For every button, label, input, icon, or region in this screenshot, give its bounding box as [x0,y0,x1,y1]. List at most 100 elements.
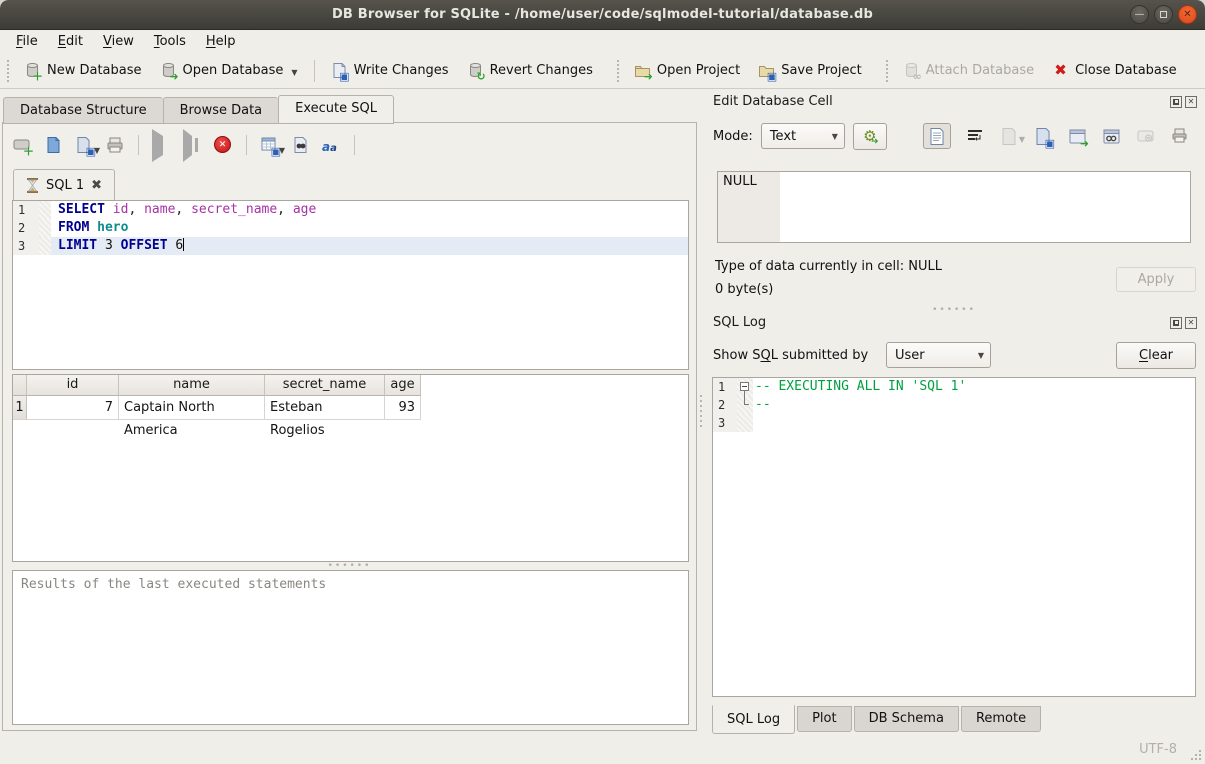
print-cell-icon[interactable] [1169,126,1189,146]
print-sql-button[interactable] [106,136,125,154]
cell-secret-name[interactable]: Esteban Rogelios [265,396,385,420]
column-header-secret-name[interactable]: secret_name [265,375,385,396]
close-database-button[interactable]: ✖ Close Database [1043,57,1186,84]
execute-current-line-button[interactable] [183,136,202,154]
dock-tab-remote[interactable]: Remote [961,706,1041,732]
menu-file[interactable]: File [6,32,48,51]
save-sql-file-button[interactable]: ▣ ▼ [75,136,94,154]
open-project-button[interactable]: ➜ Open Project [625,57,749,84]
toolbar-drag-handle[interactable] [616,60,621,82]
horizontal-splitter-handle[interactable]: •••••• [328,563,372,569]
results-message-area[interactable]: Results of the last executed statements [12,570,689,725]
column-header-id[interactable]: id [27,375,119,396]
fold-margin[interactable] [39,201,51,219]
chevron-down-icon: ▼ [972,351,990,360]
mode-label: Mode: [713,129,753,144]
save-results-button[interactable]: ▣ ▼ [260,136,279,154]
cell-name[interactable]: Captain North America [119,396,265,420]
execute-sql-button[interactable] [152,136,171,154]
column-header-name[interactable]: name [119,375,265,396]
set-null-icon[interactable] [1135,126,1155,146]
new-database-button[interactable]: ＋ New Database [15,57,151,84]
maximize-button[interactable] [1154,5,1173,24]
column-header-age[interactable]: age [385,375,421,396]
export-to-file-icon[interactable]: ▣ [1033,126,1053,146]
log-text[interactable]: -- EXECUTING ALL IN 'SQL 1' [753,378,1195,396]
log-text[interactable] [753,414,1195,432]
save-sql-dropdown-icon[interactable]: ▼ [94,146,100,157]
dock-splitter-handle[interactable]: •••••• [932,307,976,313]
close-tab-icon[interactable]: ✖ [91,178,102,193]
sql1-tab[interactable]: SQL 1 ✖ [13,169,115,200]
results-grid[interactable]: id name secret_name age 1 7 Captain Nort… [12,374,689,562]
floppy-badge-icon: ▣ [339,71,349,82]
auto-apply-button[interactable]: ⚙➜ [853,123,887,150]
vertical-splitter-handle[interactable] [699,395,703,429]
revert-changes-button[interactable]: ↻ Revert Changes [458,57,602,84]
dock-tab-plot[interactable]: Plot [797,706,852,732]
menu-edit[interactable]: Edit [48,32,93,51]
find-in-sql-button[interactable] [291,136,310,154]
copy-link-icon[interactable] [1101,126,1121,146]
attach-database-button[interactable]: ∞ Attach Database [894,57,1043,84]
titlebar[interactable]: DB Browser for SQLite - /home/user/code/… [0,0,1205,30]
float-panel-icon[interactable] [1170,96,1182,108]
code-line[interactable]: SELECT id, name, secret_name, age [51,201,688,219]
sql-editor[interactable]: 1 SELECT id, name, secret_name, age 2 FR… [12,200,689,370]
text-mode-toggle[interactable] [923,123,951,149]
save-project-icon: ▣ [758,62,775,79]
dock-tab-db-schema[interactable]: DB Schema [854,706,959,732]
menu-tools[interactable]: Tools [144,32,196,51]
menubar: File Edit View Tools Help [0,30,1205,53]
word-wrap-icon[interactable] [965,126,985,146]
stop-sql-button[interactable]: ✕ [214,136,233,154]
import-from-file-icon[interactable]: ▼ [999,126,1019,146]
tab-database-structure[interactable]: Database Structure [3,97,163,124]
corner-header[interactable] [13,375,27,396]
resize-grip[interactable] [1191,750,1201,760]
cell-id[interactable]: 7 [27,396,119,420]
minimize-button[interactable]: — [1130,5,1149,24]
log-filter-combobox[interactable]: User ▼ [886,342,991,368]
mode-combobox[interactable]: Text ▼ [761,123,845,149]
clear-log-button[interactable]: Clear [1116,342,1196,369]
tab-browse-data[interactable]: Browse Data [163,97,279,124]
menu-help[interactable]: Help [196,32,246,51]
open-database-dropdown-icon[interactable]: ▼ [291,68,297,79]
log-text[interactable]: -- [753,396,1195,414]
menu-view[interactable]: View [93,32,144,51]
toolbar-drag-handle[interactable] [885,60,890,82]
cell-age[interactable]: 93 [385,396,421,420]
row-number[interactable]: 1 [13,396,27,420]
open-database-button[interactable]: ➜ Open Database ▼ [151,57,307,84]
toolbar-drag-handle[interactable] [6,60,11,82]
sql-log-editor[interactable]: 1 -- EXECUTING ALL IN 'SQL 1' 2 -- 3 [712,377,1196,697]
code-line[interactable]: LIMIT 3 OFFSET 6 [51,237,688,255]
dock-tab-sql-log[interactable]: SQL Log [712,705,795,734]
save-results-dropdown-icon[interactable]: ▼ [279,146,285,157]
fold-margin[interactable] [39,237,51,255]
tab-execute-sql[interactable]: Execute SQL [278,95,394,124]
close-panel-icon[interactable]: ✕ [1185,96,1197,108]
fold-margin[interactable] [39,219,51,237]
code-line[interactable]: FROM hero [51,219,688,237]
sql-toolbar: ＋ ▣ ▼ ✕ ▣ ▼ [13,132,387,158]
save-project-button[interactable]: ▣ Save Project [749,57,871,84]
cell-value-editor[interactable]: NULL [717,171,1191,243]
close-button[interactable]: ✕ [1178,5,1197,24]
open-external-icon[interactable]: ➜ [1067,126,1087,146]
write-changes-button[interactable]: ▣ Write Changes [322,57,458,84]
main-tab-bar: Database Structure Browse Data Execute S… [3,95,394,124]
cell-editor-area[interactable] [780,172,1190,242]
sql-log-titlebar[interactable]: SQL Log ✕ [713,315,1197,330]
float-panel-icon[interactable] [1170,317,1182,329]
fold-collapse-icon[interactable] [740,382,749,391]
apply-button[interactable]: Apply [1116,267,1196,292]
format-sql-button[interactable] [368,136,387,154]
open-sql-file-button[interactable] [44,136,63,154]
edit-cell-titlebar[interactable]: Edit Database Cell ✕ [713,94,1197,109]
identifier-quotes-icon[interactable]: aa [322,136,341,154]
new-sql-tab-button[interactable]: ＋ [13,136,32,154]
text-cursor [183,238,184,251]
close-panel-icon[interactable]: ✕ [1185,317,1197,329]
